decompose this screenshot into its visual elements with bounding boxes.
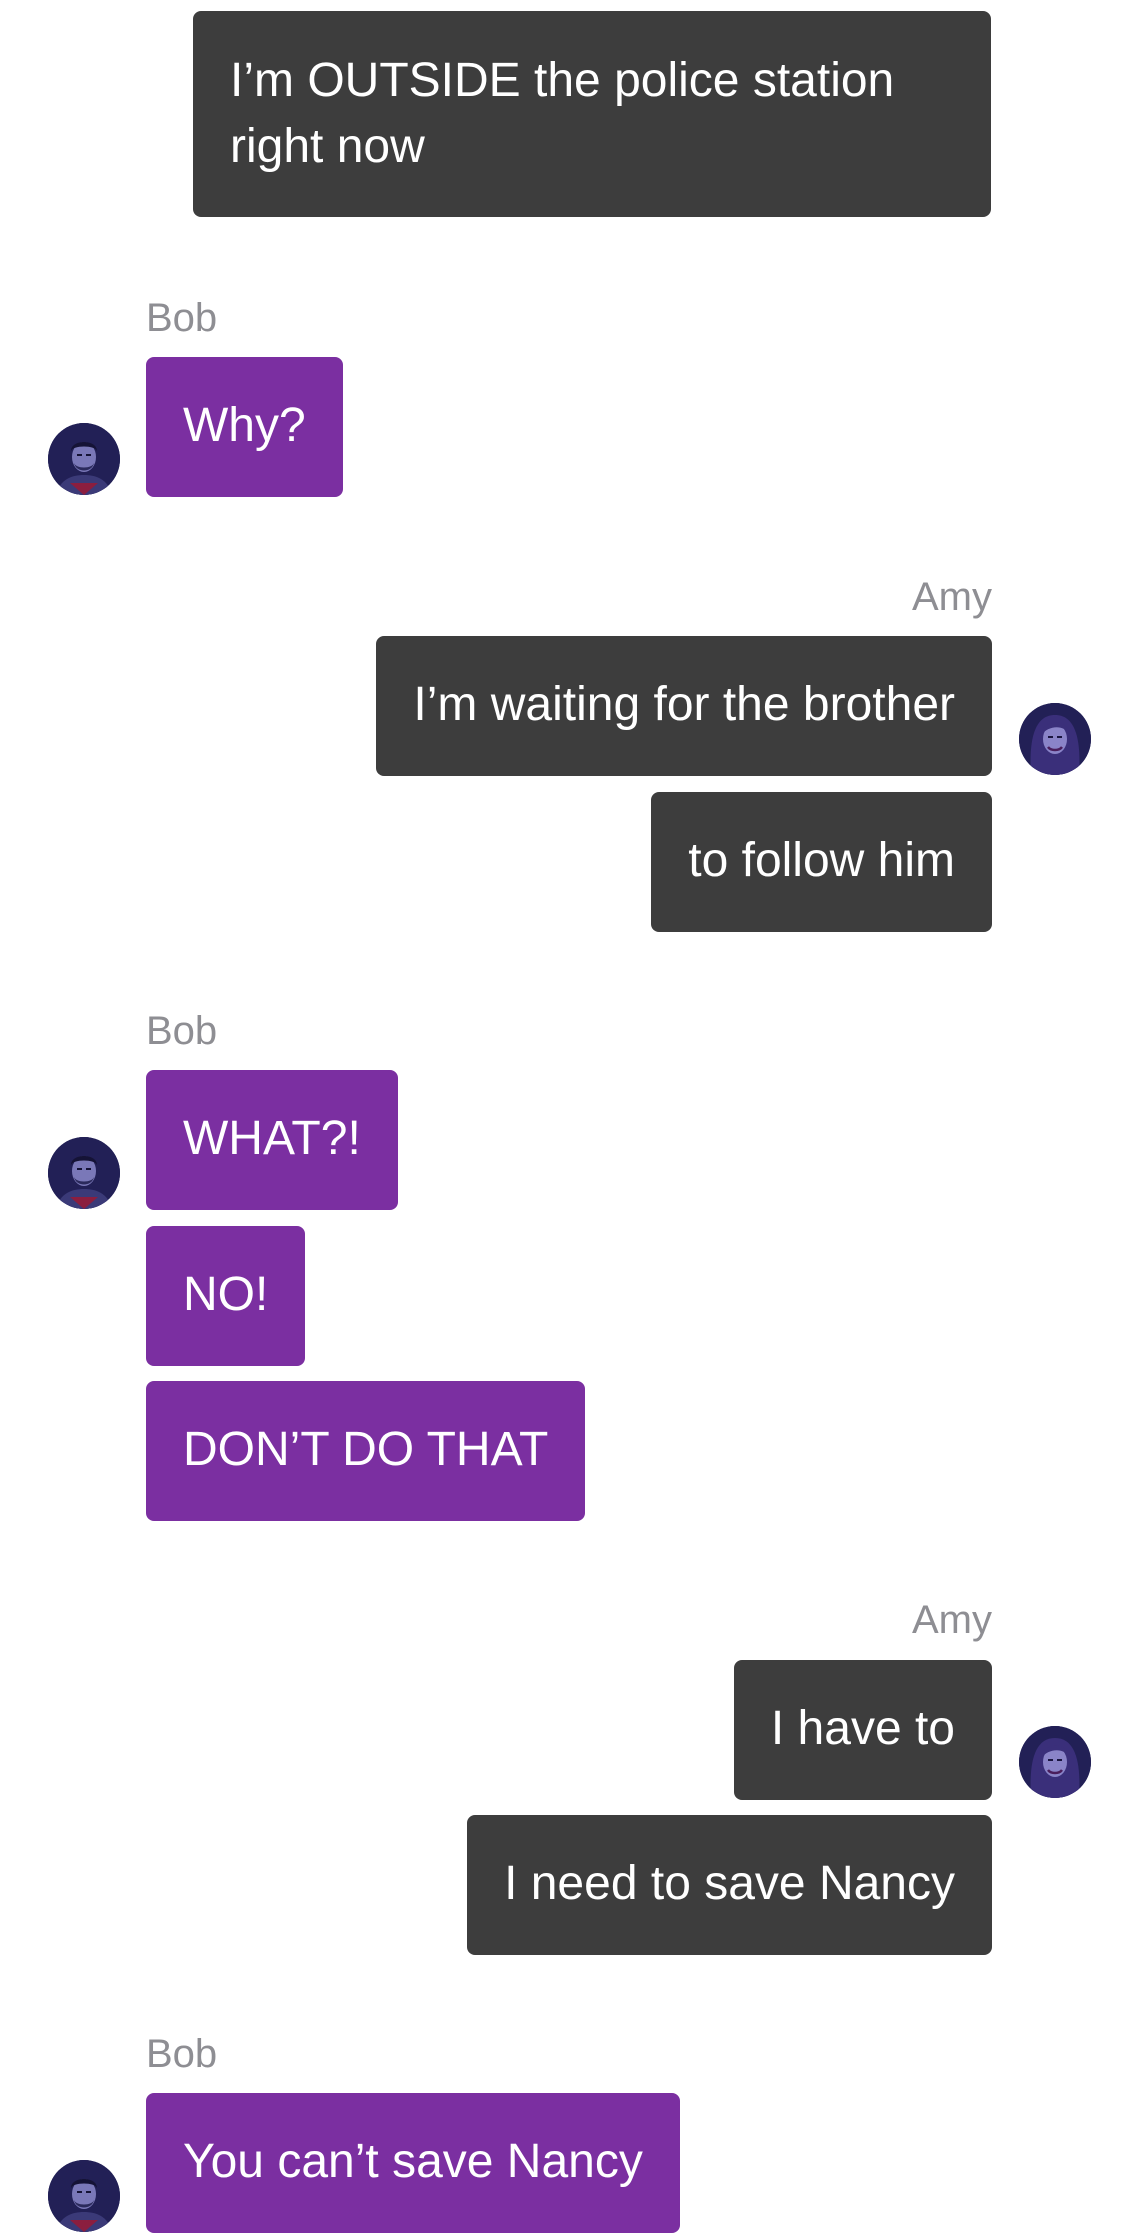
amy-avatar[interactable] [1019, 1726, 1091, 1798]
sender-name-amy: Amy [912, 1598, 992, 1642]
message-bubble-received[interactable]: WHAT?! [146, 1070, 398, 1210]
bob-avatar[interactable] [48, 2160, 120, 2232]
male-avatar-icon [48, 423, 120, 495]
male-avatar-icon [48, 1137, 120, 1209]
chat-thread: I’m OUTSIDE the police station right now… [0, 0, 1125, 2233]
amy-avatar[interactable] [1019, 703, 1091, 775]
message-bubble-received[interactable]: DON’T DO THAT [146, 1381, 586, 1521]
message-bubble-sent[interactable]: I have to [733, 1660, 992, 1800]
message-bubble-sent[interactable]: to follow him [651, 792, 992, 932]
message-bubble-sent[interactable]: I’m OUTSIDE the police station right now [193, 11, 991, 217]
message-bubble-sent[interactable]: I need to save Nancy [467, 1815, 992, 1955]
bob-avatar[interactable] [48, 423, 120, 495]
sender-name-bob: Bob [146, 2032, 218, 2076]
sender-name-bob: Bob [146, 1009, 218, 1053]
male-avatar-icon [48, 2160, 120, 2232]
female-avatar-icon [1019, 703, 1091, 775]
message-bubble-sent[interactable]: I’m waiting for the brother [376, 636, 992, 776]
bob-avatar[interactable] [48, 1137, 120, 1209]
sender-name-bob: Bob [146, 296, 218, 340]
message-bubble-received[interactable]: Why? [146, 357, 343, 497]
message-bubble-received[interactable]: You can’t save Nancy [146, 2093, 680, 2233]
message-bubble-received[interactable]: NO! [146, 1226, 306, 1366]
sender-name-amy: Amy [912, 575, 992, 619]
female-avatar-icon [1019, 1726, 1091, 1798]
